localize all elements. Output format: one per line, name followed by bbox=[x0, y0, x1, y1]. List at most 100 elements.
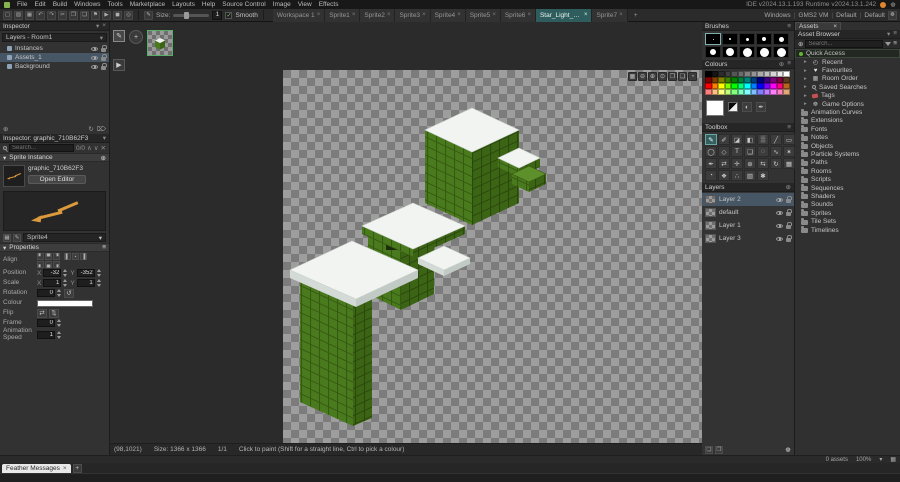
quick-access-item[interactable]: Quick Access bbox=[795, 49, 900, 58]
menu-icon[interactable]: ≡ bbox=[893, 30, 897, 38]
copy-icon[interactable]: ❐ bbox=[69, 10, 78, 20]
tab-sprite3[interactable]: Sprite3 × bbox=[395, 8, 431, 22]
tab-workspace-1[interactable]: Workspace 1 × bbox=[272, 8, 326, 22]
asset-group-sequences[interactable]: Sequences bbox=[795, 184, 900, 192]
tool-settings-tool[interactable]: ✱ bbox=[757, 170, 769, 181]
edit-mode-button[interactable]: ✎ bbox=[113, 30, 125, 42]
expand-arrow-icon[interactable]: ▸ bbox=[804, 76, 809, 82]
pencil-tool[interactable]: ✎ bbox=[705, 134, 717, 145]
colour-swatch[interactable] bbox=[37, 299, 93, 307]
expand-arrow-icon[interactable]: ▸ bbox=[804, 68, 809, 74]
brush-tool[interactable]: ✐ bbox=[718, 134, 730, 145]
scale-x-input[interactable] bbox=[43, 279, 62, 287]
brush-size-14[interactable] bbox=[773, 46, 789, 58]
brush-size-value[interactable]: 1 bbox=[212, 10, 223, 20]
play-animation-button[interactable]: ▶ bbox=[113, 59, 125, 71]
replace-colour-tool[interactable]: ⇄ bbox=[718, 158, 730, 169]
tab-sprite5[interactable]: Sprite5 × bbox=[465, 8, 501, 22]
close-icon[interactable]: × bbox=[352, 12, 356, 18]
expand-arrow-icon[interactable]: ▸ bbox=[804, 93, 809, 99]
close-icon[interactable]: × bbox=[619, 12, 623, 18]
noise-tool[interactable]: ∴ bbox=[731, 170, 743, 181]
scale-y-input[interactable] bbox=[76, 279, 95, 287]
chevron-down-icon[interactable]: ▾ bbox=[96, 22, 99, 30]
pan-tool[interactable]: ✛ bbox=[731, 158, 743, 169]
scale-x-stepper[interactable] bbox=[63, 279, 68, 287]
grid-view-icon[interactable]: ▦ bbox=[890, 456, 896, 463]
add-output-tab-button[interactable]: + bbox=[72, 464, 82, 473]
asset-favourites[interactable]: ▸ ♥ Favourites bbox=[795, 66, 900, 74]
onion-skin-icon[interactable]: ◔ bbox=[688, 72, 697, 81]
text-tool[interactable]: T bbox=[731, 146, 743, 157]
eyedropper-icon[interactable]: ✒ bbox=[756, 102, 766, 112]
cut-icon[interactable]: ✂ bbox=[58, 10, 67, 20]
undo-icon[interactable]: ↶ bbox=[36, 10, 45, 20]
rotation-stepper[interactable] bbox=[57, 289, 62, 297]
open-project-icon[interactable]: ▧ bbox=[14, 10, 23, 20]
filter-icon[interactable] bbox=[885, 41, 892, 46]
sprite-thumbnail[interactable] bbox=[3, 165, 25, 187]
zoom-out-icon[interactable]: ⊖ bbox=[638, 72, 647, 81]
asset-group-sounds[interactable]: Sounds bbox=[795, 200, 900, 209]
frame-input[interactable] bbox=[37, 319, 55, 327]
animation-speed-input[interactable] bbox=[37, 330, 55, 339]
menu-item-tools[interactable]: Tools bbox=[108, 1, 123, 8]
new-project-icon[interactable]: ▢ bbox=[3, 10, 12, 20]
asset-search-input[interactable] bbox=[805, 39, 884, 48]
stop-icon[interactable]: ◼ bbox=[113, 10, 122, 20]
visibility-icon[interactable] bbox=[91, 55, 98, 60]
asset-recent[interactable]: ▸ ◴ Recent bbox=[795, 58, 900, 66]
secondary-colour-swatch[interactable] bbox=[728, 102, 738, 112]
layer-tree-item-assets-1[interactable]: Assets_1 bbox=[0, 53, 109, 62]
lock-icon[interactable] bbox=[786, 195, 792, 203]
close-icon[interactable]: × bbox=[317, 12, 321, 18]
add-asset-icon[interactable]: ⊕ bbox=[798, 40, 803, 48]
add-frame-button[interactable]: + bbox=[129, 30, 143, 44]
rotation-input[interactable] bbox=[37, 289, 55, 297]
menu-item-source-control[interactable]: Source Control bbox=[222, 1, 265, 8]
layer-item-layer-3[interactable]: Layer 3 bbox=[702, 232, 794, 245]
redo-icon[interactable]: ↷ bbox=[47, 10, 56, 20]
close-icon[interactable]: × bbox=[584, 12, 588, 18]
align-bottom-right-button[interactable]: ▗ bbox=[53, 261, 60, 268]
align-right-button[interactable]: ▐ bbox=[80, 253, 87, 260]
brush-size-slider[interactable] bbox=[173, 11, 210, 19]
select-lasso-tool[interactable]: ∿ bbox=[770, 146, 782, 157]
primary-colour-swatch[interactable] bbox=[706, 100, 724, 116]
assets-tab[interactable]: Assets × bbox=[795, 22, 841, 30]
menu-icon[interactable]: ≡ bbox=[787, 23, 791, 30]
align-top-button[interactable]: ▀ bbox=[45, 253, 52, 260]
brush-size-5[interactable] bbox=[773, 33, 789, 45]
paste-icon[interactable]: ❏ bbox=[80, 10, 89, 20]
asset-group-timelines[interactable]: Timelines bbox=[795, 226, 900, 234]
properties-section-header[interactable]: ▾ Properties ≡ bbox=[0, 243, 109, 252]
chevron-down-icon[interactable]: ▾ bbox=[103, 134, 106, 142]
zoom-in-icon[interactable]: ⊕ bbox=[648, 72, 657, 81]
brush-size-4[interactable] bbox=[756, 33, 772, 45]
close-icon[interactable]: × bbox=[63, 465, 67, 472]
run-icon[interactable]: ▶ bbox=[102, 10, 111, 20]
chevron-down-icon[interactable]: ▾ bbox=[887, 30, 890, 38]
layer-item-layer-2[interactable]: Layer 2 bbox=[702, 193, 794, 206]
asset-group-scripts[interactable]: Scripts bbox=[795, 175, 900, 183]
close-icon[interactable]: × bbox=[387, 12, 391, 18]
lock-icon[interactable] bbox=[786, 208, 792, 216]
ellipse-tool[interactable]: ◯ bbox=[705, 146, 717, 157]
tab-feather-messages[interactable]: Feather Messages × bbox=[2, 464, 71, 473]
layer-item-layer-1[interactable]: Layer 1 bbox=[702, 219, 794, 232]
brush-size-8[interactable] bbox=[722, 46, 738, 58]
select-rectangle-tool[interactable]: ❏ bbox=[744, 146, 756, 157]
target-windows[interactable]: Windows bbox=[764, 12, 790, 19]
asset-zoom-level[interactable]: 100% bbox=[856, 457, 871, 463]
fill-tool[interactable]: ◧ bbox=[744, 134, 756, 145]
close-icon[interactable]: × bbox=[527, 12, 531, 18]
rectangle-tool[interactable]: ▭ bbox=[783, 134, 795, 145]
asset-group-paths[interactable]: Paths bbox=[795, 158, 900, 167]
slider-handle[interactable] bbox=[183, 11, 189, 19]
chevron-down-icon[interactable]: ▾ bbox=[879, 456, 882, 463]
visibility-icon[interactable] bbox=[776, 197, 783, 202]
asset-group-sprites[interactable]: Sprites bbox=[795, 209, 900, 217]
zoom-tool[interactable]: ⊕ bbox=[744, 158, 756, 169]
tab-sprite1[interactable]: Sprite1 × bbox=[325, 8, 361, 22]
add-layer-icon[interactable]: ⊕ bbox=[3, 125, 8, 133]
